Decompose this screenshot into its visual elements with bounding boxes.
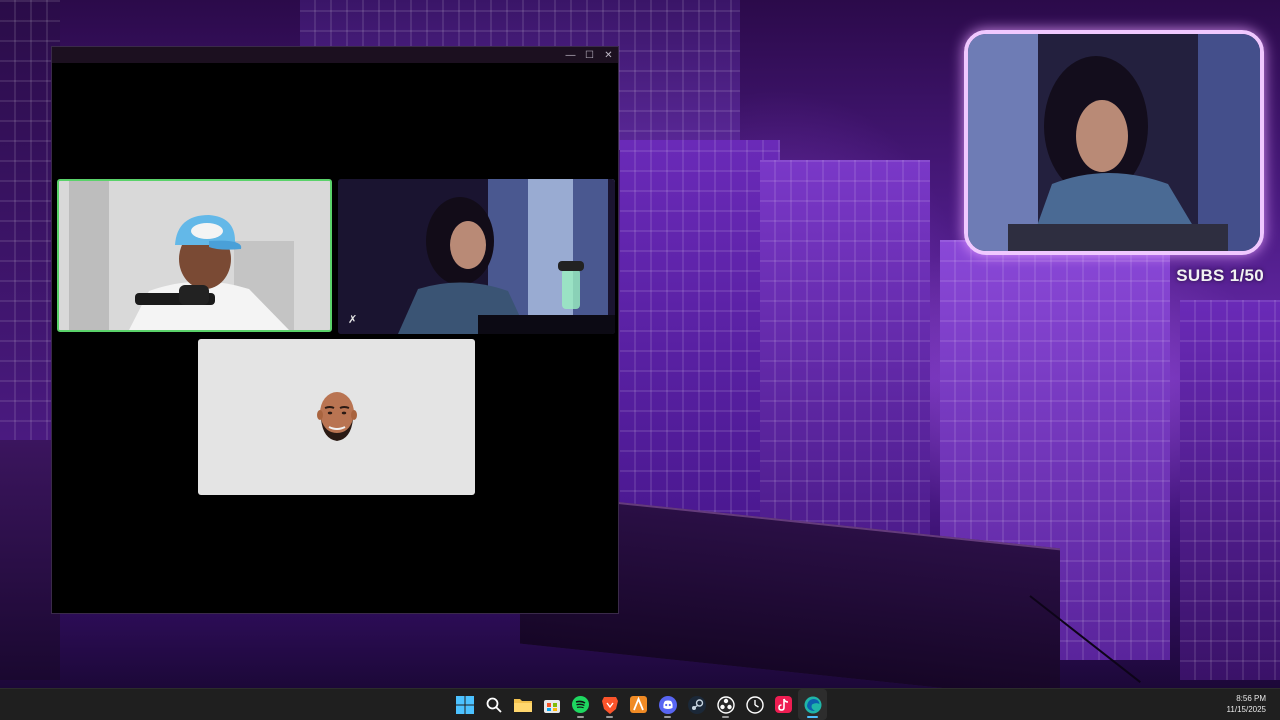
minimize-button[interactable]: — bbox=[561, 47, 580, 63]
taskbar-microsoft-store[interactable] bbox=[537, 689, 566, 720]
running-indicator bbox=[664, 716, 671, 718]
discord-icon bbox=[658, 695, 677, 714]
building-far-right bbox=[1180, 300, 1280, 680]
settings-wheel-icon bbox=[716, 695, 735, 714]
running-indicator bbox=[807, 716, 818, 718]
participant-tile-active-speaker[interactable] bbox=[57, 179, 332, 332]
start-button[interactable] bbox=[450, 689, 479, 720]
taskbar-app-orange[interactable] bbox=[624, 689, 653, 720]
taskbar-spotify[interactable] bbox=[566, 689, 595, 720]
avatar-icon bbox=[316, 392, 357, 441]
dial-icon bbox=[745, 695, 764, 714]
window-titlebar[interactable]: — ☐ ✕ bbox=[52, 47, 618, 63]
taskbar-pinned-apps bbox=[450, 689, 827, 720]
taskbar-discord[interactable] bbox=[653, 689, 682, 720]
running-indicator bbox=[606, 716, 613, 718]
maximize-button[interactable]: ☐ bbox=[580, 47, 599, 63]
edge-icon bbox=[804, 696, 821, 713]
building-mid bbox=[760, 160, 930, 540]
taskbar-steam[interactable] bbox=[682, 689, 711, 720]
taskbar: 8:56 PM 11/15/2025 bbox=[0, 688, 1280, 720]
clock-date: 11/15/2025 bbox=[1226, 705, 1266, 714]
spotify-icon bbox=[572, 696, 589, 713]
windows-logo-icon bbox=[455, 695, 474, 714]
participant-tile-avatar[interactable] bbox=[198, 339, 475, 495]
brave-icon bbox=[601, 696, 618, 714]
participant-tile-streamer[interactable]: ✗ bbox=[338, 179, 615, 334]
microphone-muted-icon: ✗ bbox=[348, 314, 358, 326]
video-call-window: — ☐ ✕ ✗ bbox=[51, 46, 619, 614]
a-icon bbox=[630, 696, 647, 713]
taskbar-clock[interactable]: 8:56 PM 11/15/2025 bbox=[1227, 693, 1266, 715]
taskbar-tiktok[interactable] bbox=[769, 689, 798, 720]
building-center bbox=[620, 140, 780, 530]
close-button[interactable]: ✕ bbox=[599, 47, 618, 63]
running-indicator bbox=[577, 716, 584, 718]
taskbar-clock-app[interactable] bbox=[740, 689, 769, 720]
store-icon bbox=[543, 699, 560, 713]
subs-goal-label: SUBS 1/50 bbox=[1176, 266, 1264, 285]
search-icon bbox=[486, 697, 502, 713]
participant-video-frame bbox=[59, 181, 330, 330]
webcam-feed bbox=[968, 34, 1260, 251]
participant-video-frame bbox=[338, 179, 615, 334]
steam-icon bbox=[687, 695, 706, 714]
tiktok-icon bbox=[775, 696, 792, 713]
taskbar-file-explorer[interactable] bbox=[508, 689, 537, 720]
clock-time: 8:56 PM bbox=[1236, 694, 1266, 703]
folder-icon bbox=[513, 699, 532, 712]
running-indicator bbox=[722, 716, 729, 718]
taskbar-obs[interactable] bbox=[711, 689, 740, 720]
taskbar-brave[interactable] bbox=[595, 689, 624, 720]
taskbar-edge[interactable] bbox=[798, 689, 827, 720]
taskbar-search-button[interactable] bbox=[479, 689, 508, 720]
stream-webcam-overlay bbox=[964, 30, 1264, 255]
